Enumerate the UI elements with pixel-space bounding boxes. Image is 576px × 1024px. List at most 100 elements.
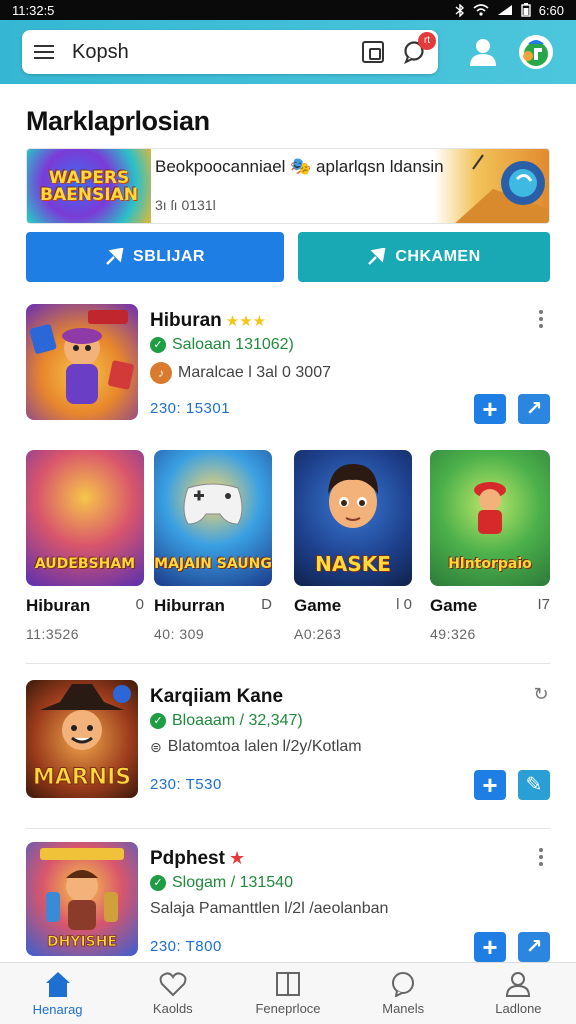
status-icons: 6:60 bbox=[455, 3, 564, 18]
search-bar[interactable]: Kopsh rt bbox=[22, 30, 438, 74]
banner-logo: WAPERS BAENSIAN bbox=[27, 149, 151, 223]
nav-label: Kaolds bbox=[152, 1001, 193, 1016]
item-description: ⊜ Blatomtoa lalen l/2y/Kotlam bbox=[150, 738, 362, 755]
game-thumbnail: NASKE bbox=[294, 450, 412, 586]
item-description: Salaja Pamanttlen l/2l /aeolanban bbox=[150, 900, 389, 917]
nav-item-home[interactable]: Henarag bbox=[0, 963, 115, 1024]
home-icon bbox=[45, 972, 70, 997]
item-meta: 230: 15301 bbox=[150, 400, 231, 417]
game-thumbnail: AUDEBSHAM bbox=[26, 450, 144, 586]
battery-icon bbox=[520, 3, 531, 17]
item-title: Karqiiam Kane bbox=[150, 686, 284, 707]
rating-stars: ★★★ bbox=[225, 313, 267, 330]
nav-label: Feneprloce bbox=[255, 1001, 321, 1016]
game-thumbnail: MAJAIN SAUNG bbox=[154, 450, 272, 586]
list-item[interactable]: Hiburan ★★★ ✓ Saloaan 131062) ♪ Maralcae … bbox=[26, 304, 550, 424]
list-item[interactable]: MARNIS Karqiiam Kane ✓ Bloaaam / 32,347)… bbox=[26, 680, 550, 800]
verified-check-icon: ✓ bbox=[150, 875, 166, 891]
game-card[interactable]: NASKE Game l 0 A0:263 bbox=[294, 450, 412, 642]
item-thumbnail-label: DHYISHE bbox=[47, 934, 117, 950]
nav-label: Ladlone bbox=[495, 1001, 542, 1016]
game-thumbnail: Hlntorpaio bbox=[430, 450, 550, 586]
star-icon: ★ bbox=[228, 848, 246, 868]
banner-title: Beokpoocanniael 🎭 aplarlqsn ldansin bbox=[155, 157, 444, 176]
nav-item-profile[interactable]: Ladlone bbox=[461, 963, 576, 1024]
share-button[interactable]: ↗ bbox=[518, 394, 550, 424]
game-meta: 40: 309 bbox=[154, 626, 205, 642]
signal-icon bbox=[497, 5, 512, 15]
item-thumbnail bbox=[26, 304, 138, 420]
game-card[interactable]: AUDEBSHAM Hiburan 0 11:3526 bbox=[26, 450, 144, 642]
divider bbox=[26, 828, 550, 829]
tag-icon: ⊜ bbox=[150, 738, 162, 755]
secondary-action-label: CHKAMEN bbox=[395, 248, 481, 265]
game-title: Game I7 bbox=[430, 596, 550, 615]
item-meta: 230: T530 bbox=[150, 776, 222, 793]
divider bbox=[26, 663, 550, 664]
item-title: Hiburan ★★★ bbox=[150, 310, 267, 331]
app-logo-icon[interactable] bbox=[518, 34, 554, 70]
status-clock-right: 6:60 bbox=[538, 2, 564, 18]
secondary-action-button[interactable]: CHKAMEN bbox=[298, 232, 550, 282]
wifi-icon bbox=[473, 4, 489, 16]
add-button[interactable]: + bbox=[474, 932, 506, 962]
pin-icon bbox=[368, 248, 386, 265]
notification-badge: rt bbox=[418, 32, 436, 50]
game-title: Game l 0 bbox=[294, 596, 412, 615]
item-thumbnail: MARNIS bbox=[26, 680, 138, 798]
pin-icon bbox=[106, 248, 124, 265]
bottom-navigation: Henarag Kaolds Feneprloce Manels Ladlone bbox=[0, 962, 576, 1024]
play-button[interactable]: ✎ bbox=[518, 770, 550, 800]
add-button[interactable]: + bbox=[474, 770, 506, 800]
menu-icon[interactable] bbox=[34, 41, 56, 63]
chat-icon bbox=[392, 972, 415, 997]
nav-label: Manels bbox=[382, 1001, 425, 1016]
nav-item-messages[interactable]: Manels bbox=[346, 963, 461, 1024]
nav-item-favorites[interactable]: Kaolds bbox=[115, 963, 230, 1024]
game-card[interactable]: Hlntorpaio Game I7 49:326 bbox=[430, 450, 550, 642]
share-button[interactable]: ↗ bbox=[518, 932, 550, 962]
game-title: Hiburran D bbox=[154, 596, 272, 615]
banner-subtitle: 3ı ſı 0131l bbox=[155, 197, 216, 213]
heart-icon bbox=[159, 972, 187, 997]
item-thumbnail: DHYISHE bbox=[26, 842, 138, 956]
game-meta: A0:263 bbox=[294, 626, 342, 642]
item-status: ✓ Saloaan 131062) bbox=[150, 336, 294, 354]
item-status: ✓ Slogam / 131540 bbox=[150, 874, 293, 892]
page-title: Marklaprlosian bbox=[26, 106, 210, 136]
chat-notification-icon[interactable]: rt bbox=[402, 32, 436, 65]
book-icon bbox=[276, 972, 300, 996]
list-item[interactable]: DHYISHE Pdphest ★ ✓ Slogam / 131540 Salaj… bbox=[26, 842, 550, 962]
status-bar: 11:32:5 6:60 bbox=[0, 0, 576, 20]
banner-art-icon bbox=[455, 154, 549, 223]
search-input[interactable]: Kopsh bbox=[72, 41, 362, 64]
item-thumbnail-label: MARNIS bbox=[33, 765, 131, 790]
add-button[interactable]: + bbox=[474, 394, 506, 424]
game-card[interactable]: MAJAIN SAUNG Hiburran D 40: 309 bbox=[154, 450, 272, 642]
promo-banner[interactable]: WAPERS BAENSIAN Beokpoocanniael 🎭 aplarlq… bbox=[26, 148, 550, 224]
item-description: ♪ Maralcae l 3al 0 3007 bbox=[150, 362, 331, 384]
share-arrow-icon[interactable]: ↻ bbox=[533, 684, 548, 705]
more-options-icon[interactable] bbox=[538, 848, 544, 866]
item-status: ✓ Bloaaam / 32,347) bbox=[150, 712, 303, 730]
nav-item-library[interactable]: Feneprloce bbox=[230, 963, 345, 1024]
camera-scan-icon[interactable] bbox=[362, 41, 384, 63]
nav-label: Henarag bbox=[32, 1002, 83, 1017]
primary-action-button[interactable]: SBLIJAR bbox=[26, 232, 284, 282]
item-meta: 230: T800 bbox=[150, 938, 222, 955]
more-options-icon[interactable] bbox=[538, 310, 544, 328]
item-title: Pdphest ★ bbox=[150, 848, 246, 869]
person-icon bbox=[506, 972, 531, 997]
game-meta: 49:326 bbox=[430, 626, 476, 642]
top-app-bar: Kopsh rt bbox=[0, 20, 576, 84]
primary-action-label: SBLIJAR bbox=[133, 248, 205, 265]
game-meta: 11:3526 bbox=[26, 626, 80, 642]
game-grid: AUDEBSHAM Hiburan 0 11:3526 MAJAIN SAUNG … bbox=[26, 450, 550, 642]
bluetooth-icon bbox=[455, 3, 464, 17]
profile-icon[interactable] bbox=[468, 36, 498, 68]
verified-check-icon: ✓ bbox=[150, 713, 166, 729]
status-time: 11:32:5 bbox=[12, 2, 55, 18]
music-icon: ♪ bbox=[150, 362, 172, 384]
verified-check-icon: ✓ bbox=[150, 337, 166, 353]
game-title: Hiburan 0 bbox=[26, 596, 144, 615]
